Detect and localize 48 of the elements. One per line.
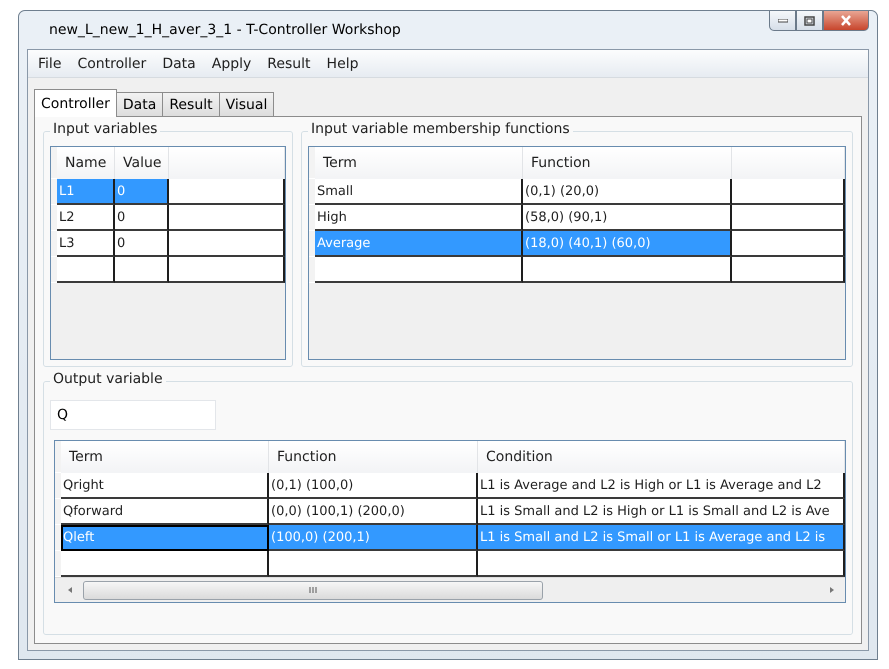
- tab[interactable]: Data: [116, 92, 164, 116]
- menu-item[interactable]: Controller: [69, 56, 154, 72]
- close-button[interactable]: [823, 11, 869, 31]
- table-cell[interactable]: L3: [57, 231, 115, 257]
- window-title: new_L_new_1_H_aver_3_1 - T-Controller Workshop: [48, 22, 401, 38]
- grip-icon: [308, 586, 318, 594]
- horizontal-scrollbar[interactable]: [55, 577, 845, 602]
- table-cell[interactable]: (0,0) (100,1) (200,0): [269, 499, 478, 525]
- table-cell[interactable]: L2: [57, 205, 115, 231]
- column-header[interactable]: Function: [523, 147, 732, 179]
- table-cell[interactable]: High: [315, 205, 523, 231]
- table-cell[interactable]: Qright: [61, 473, 269, 499]
- table-cell[interactable]: 0: [115, 205, 169, 231]
- table-cell[interactable]: 0: [115, 231, 169, 257]
- tab[interactable]: Result: [162, 92, 220, 116]
- table-cell[interactable]: (0,1) (20,0): [523, 179, 732, 205]
- menu-item[interactable]: Data: [154, 56, 204, 72]
- data-grid[interactable]: Term Function Small (0,1) (20,0) High (58,0) (90,1) Average (18,0) (40,1) (60,0): [308, 146, 846, 360]
- input-field[interactable]: Q: [50, 400, 216, 430]
- table-cell[interactable]: L1 is Average and L2 is High or L1 is Average and L2: [478, 473, 845, 499]
- data-grid[interactable]: [54, 440, 846, 603]
- group-title: Output variable: [50, 371, 166, 387]
- menu-item[interactable]: Apply: [204, 56, 260, 72]
- data-grid[interactable]: Name Value L1 0 L2 0 L3 0: [50, 146, 286, 360]
- tab[interactable]: Visual: [218, 92, 274, 116]
- column-header[interactable]: Condition: [478, 441, 845, 473]
- table-cell[interactable]: Qforward: [61, 499, 269, 525]
- column-header[interactable]: Term: [61, 441, 269, 473]
- maximize-icon: [804, 16, 815, 26]
- table-cell[interactable]: L1 is Small and L2 is High or L1 is Small and L2 is Ave: [478, 499, 845, 525]
- group-title: Input variables: [50, 121, 160, 137]
- column-header[interactable]: Function: [269, 441, 478, 473]
- minimize-icon: [778, 18, 788, 22]
- tab[interactable]: Controller: [34, 89, 117, 117]
- column-header[interactable]: Value: [115, 147, 169, 179]
- menu-item[interactable]: Result: [259, 56, 319, 72]
- close-icon: [840, 15, 852, 26]
- scroll-thumb[interactable]: [83, 580, 543, 600]
- table-cell[interactable]: Small: [315, 179, 523, 205]
- menu-item[interactable]: File: [30, 56, 70, 72]
- maximize-button[interactable]: [796, 11, 823, 31]
- group-title: Input variable membership functions: [308, 121, 573, 137]
- table-cell[interactable]: (58,0) (90,1): [523, 205, 732, 231]
- table-cell[interactable]: (0,1) (100,0): [269, 473, 478, 499]
- column-header[interactable]: Term: [315, 147, 523, 179]
- menu-item[interactable]: Help: [318, 56, 366, 72]
- minimize-button[interactable]: [769, 11, 796, 31]
- column-header[interactable]: Name: [57, 147, 115, 179]
